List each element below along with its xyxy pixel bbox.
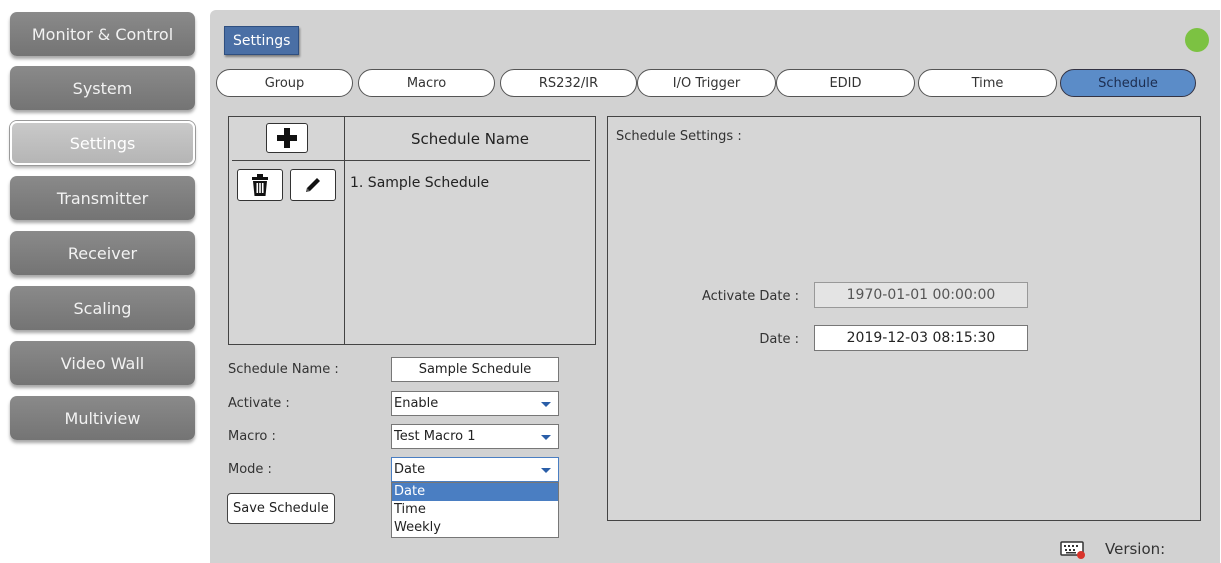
add-schedule-button[interactable] [266, 123, 308, 153]
list-item[interactable]: 1. Sample Schedule [350, 175, 489, 191]
schedule-name-label: Schedule Name : [228, 362, 339, 377]
mode-dropdown-list: Date Time Weekly [391, 482, 559, 538]
activate-date-label: Activate Date : [702, 289, 799, 304]
sidebar-item-scaling[interactable]: Scaling [10, 286, 195, 330]
mode-label: Mode : [228, 462, 272, 477]
schedule-name-field[interactable]: Sample Schedule [391, 357, 559, 382]
main-panel: Settings Group Macro RS232/IR I/O Trigge… [210, 10, 1220, 563]
mode-option-date[interactable]: Date [392, 483, 558, 501]
status-indicator-icon [1185, 28, 1209, 52]
tab-label: Macro [406, 75, 447, 91]
sidebar-item-label: Scaling [73, 298, 132, 318]
activate-label: Activate : [228, 396, 290, 411]
edit-schedule-button[interactable] [290, 169, 336, 201]
sidebar-item-label: Multiview [64, 408, 141, 428]
sidebar-item-label: System [72, 78, 133, 98]
sidebar-item-label: Receiver [67, 243, 138, 263]
mode-option-weekly[interactable]: Weekly [392, 519, 558, 537]
tab-label: I/O Trigger [672, 75, 741, 91]
tab-rs232-ir[interactable]: RS232/IR [500, 69, 637, 97]
tab-macro[interactable]: Macro [358, 69, 495, 97]
sidebar-item-label: Settings [69, 133, 136, 153]
mode-select-value: Date [394, 462, 426, 477]
tab-label: Group [264, 75, 305, 91]
tab-label: RS232/IR [538, 75, 599, 91]
tab-label: Schedule [1098, 75, 1158, 91]
page-title: Settings [224, 26, 300, 55]
macro-select-value: Test Macro 1 [394, 429, 476, 444]
trash-icon [252, 174, 268, 196]
save-schedule-button[interactable]: Save Schedule [227, 493, 335, 524]
mode-option-time[interactable]: Time [392, 501, 558, 519]
tab-label: EDID [829, 75, 862, 91]
activate-select[interactable]: Enable [391, 391, 559, 416]
schedule-settings-title: Schedule Settings : [616, 129, 742, 144]
tab-time[interactable]: Time [918, 69, 1057, 97]
tab-io-trigger[interactable]: I/O Trigger [637, 69, 776, 97]
divider [232, 160, 590, 161]
schedule-settings-panel: Schedule Settings : Activate Date : 1970… [607, 116, 1201, 521]
sidebar-item-transmitter[interactable]: Transmitter [10, 176, 195, 220]
date-field[interactable]: 2019-12-03 08:15:30 [814, 325, 1028, 351]
activate-select-value: Enable [394, 396, 439, 411]
chevron-down-icon [541, 401, 551, 407]
delete-schedule-button[interactable] [237, 169, 283, 201]
sidebar-item-settings[interactable]: Settings [10, 121, 195, 165]
date-label: Date : [759, 332, 799, 347]
macro-select[interactable]: Test Macro 1 [391, 424, 559, 449]
chevron-down-icon [541, 467, 551, 473]
sidebar-item-receiver[interactable]: Receiver [10, 231, 195, 275]
tab-group[interactable]: Group [216, 69, 353, 97]
tab-schedule[interactable]: Schedule [1060, 69, 1196, 97]
sidebar-item-label: Video Wall [60, 353, 145, 373]
sidebar-item-video-wall[interactable]: Video Wall [10, 341, 195, 385]
macro-label: Macro : [228, 429, 276, 444]
sidebar-item-label: Monitor & Control [31, 24, 174, 44]
version-label: Version: [1105, 540, 1166, 558]
keyboard-icon[interactable] [1060, 541, 1086, 559]
sidebar-item-multiview[interactable]: Multiview [10, 396, 195, 440]
mode-select[interactable]: Date [391, 457, 559, 482]
schedule-name-header: Schedule Name [411, 129, 529, 148]
sidebar-item-system[interactable]: System [10, 66, 195, 110]
activate-date-field: 1970-01-01 00:00:00 [814, 282, 1028, 308]
plus-icon [277, 128, 297, 148]
schedule-list: Schedule Name 1. Sample Schedule [228, 116, 596, 345]
chevron-down-icon [541, 434, 551, 440]
sidebar-item-label: Transmitter [56, 188, 149, 208]
sidebar-item-monitor-control[interactable]: Monitor & Control [10, 12, 195, 56]
pencil-icon [306, 178, 320, 192]
tab-edid[interactable]: EDID [776, 69, 915, 97]
tab-label: Time [971, 75, 1004, 91]
